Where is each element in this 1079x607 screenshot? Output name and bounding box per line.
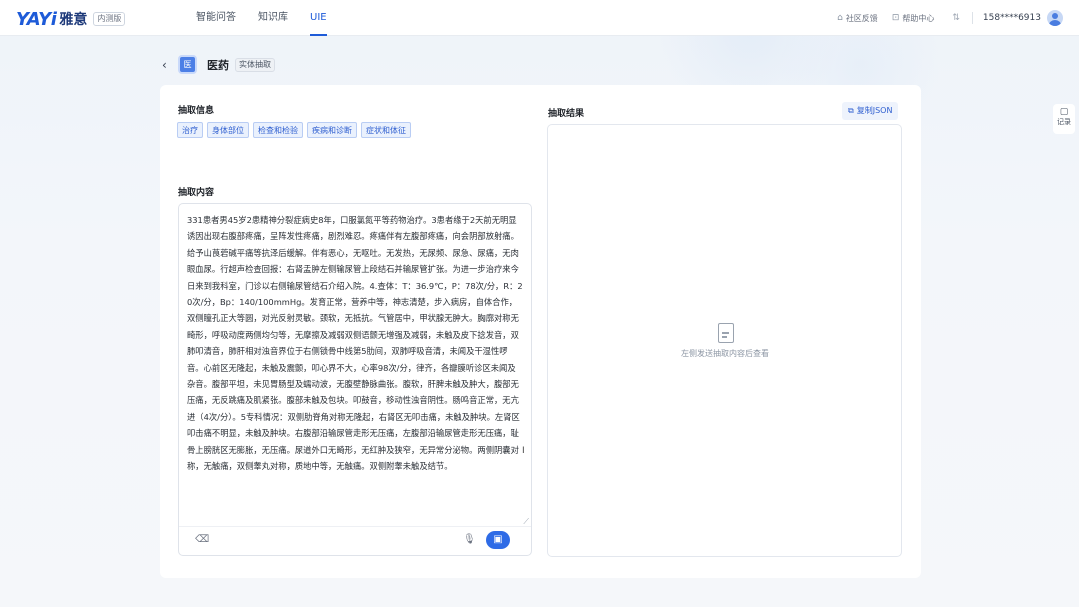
logo-chinese-name: 雅意: [59, 12, 88, 28]
record-panel-button[interactable]: ▢ 记录: [1053, 104, 1075, 134]
community-feedback-link[interactable]: ⌂ 社区反馈: [837, 13, 878, 24]
tag-examination[interactable]: 检查和检验: [253, 122, 303, 138]
back-arrow-icon[interactable]: ‹: [162, 58, 167, 72]
help-center-link[interactable]: ⊡ 帮助中心: [892, 13, 935, 24]
top-right-actions: ⌂ 社区反馈 ⊡ 帮助中心 ⇅ 158****6913: [823, 0, 1063, 36]
top-navigation-bar: YAYi 雅意 内测版 智能问答 知识库 UIE ⌂ 社区反馈 ⊡ 帮助中心 ⇅…: [0, 0, 1079, 36]
home-feedback-icon: ⌂: [837, 13, 843, 23]
extract-result-label: 抽取结果: [548, 109, 585, 119]
nav-item-knowledge-base[interactable]: 知识库: [258, 0, 288, 36]
extract-content-label: 抽取内容: [178, 188, 215, 198]
avatar[interactable]: [1047, 10, 1063, 26]
extract-content-text[interactable]: 331患者男45岁2患精神分裂症病史8年，口服氯氮平等药物治疗。3患者缘于2天前…: [187, 212, 523, 512]
medicine-icon: 医: [178, 55, 197, 74]
text-cursor-icon: I: [522, 446, 525, 456]
extract-content-textarea[interactable]: 331患者男45岁2患精神分裂症病史8年，口服氯氮平等药物治疗。3患者缘于2天前…: [178, 203, 532, 556]
help-icon: ⊡: [891, 13, 900, 23]
entity-type-tags: 治疗 身体部位 检查和检验 疾病和诊断 症状和体征: [177, 122, 411, 138]
translate-icon[interactable]: ⇅: [952, 13, 960, 23]
logo-wordmark: YAYi: [16, 8, 57, 30]
tag-disease-diagnosis[interactable]: 疾病和诊断: [307, 122, 357, 138]
microphone-icon[interactable]: 🎙: [463, 534, 476, 545]
user-phone[interactable]: 158****6913: [983, 13, 1041, 23]
empty-document-icon: [718, 323, 734, 343]
nav-item-qa[interactable]: 智能问答: [196, 0, 236, 36]
nav-item-uie[interactable]: UIE: [310, 0, 327, 36]
community-feedback-label: 社区反馈: [845, 13, 878, 23]
beta-badge: 内测版: [93, 12, 126, 26]
record-icon: ▢: [1059, 107, 1069, 117]
divider: [179, 526, 531, 527]
copy-json-label: 复制JSON: [856, 106, 893, 115]
record-label: 记录: [1057, 118, 1071, 126]
tag-body-part[interactable]: 身体部位: [207, 122, 249, 138]
main-nav: 智能问答 知识库 UIE: [196, 0, 349, 36]
tag-symptom-sign[interactable]: 症状和体征: [361, 122, 411, 138]
extract-info-label: 抽取信息: [178, 106, 215, 116]
empty-result-text: 左侧发送抽取内容后查看: [681, 349, 769, 358]
help-center-label: 帮助中心: [902, 13, 935, 23]
send-button[interactable]: ▣: [486, 531, 510, 549]
page-title: 医药: [207, 59, 229, 72]
entity-extraction-tag: 实体抽取: [235, 58, 275, 72]
clear-icon[interactable]: ⌫: [195, 534, 209, 545]
copy-json-button[interactable]: ⧉ 复制JSON: [842, 102, 899, 120]
yayi-logo[interactable]: YAYi 雅意 内测版: [16, 8, 126, 30]
tag-treatment[interactable]: 治疗: [177, 122, 203, 138]
divider: [971, 12, 973, 24]
copy-icon: ⧉: [848, 106, 854, 115]
